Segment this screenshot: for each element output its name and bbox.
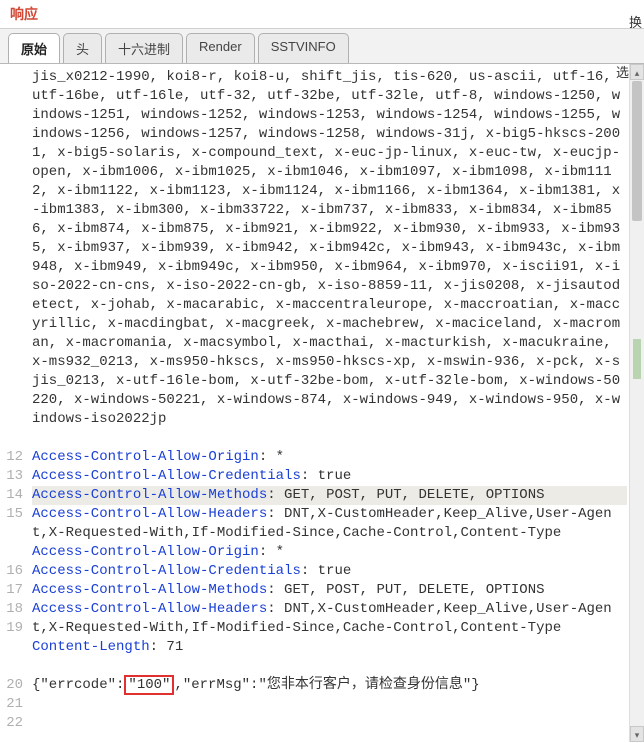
encoding-list: jis_x0212-1990, koi8-r, koi8-u, shift_ji… <box>32 68 627 448</box>
tab-十六进制[interactable]: 十六进制 <box>105 33 183 63</box>
line-number: 15 <box>0 505 28 524</box>
side-label-1: 换 <box>629 12 642 31</box>
code-line[interactable]: Access-Control-Allow-Methods: GET, POST,… <box>32 486 627 505</box>
tab-SSTVINFO[interactable]: SSTVINFO <box>258 33 349 63</box>
line-number: 18 <box>0 600 28 619</box>
code-line[interactable]: Content-Length: 71 <box>32 638 627 657</box>
code-line[interactable]: Access-Control-Allow-Headers: DNT,X-Cust… <box>32 505 627 543</box>
code-line[interactable]: Access-Control-Allow-Credentials: true <box>32 467 627 486</box>
line-number-gutter: 12131415 16171819 202122 <box>0 64 28 742</box>
tab-bar: 原始头十六进制RenderSSTVINFO <box>0 29 644 64</box>
response-title: 响应 <box>0 0 644 29</box>
scroll-up-button[interactable]: ▴ <box>630 64 644 80</box>
vertical-scrollbar[interactable]: ▴ ▾ <box>629 64 644 742</box>
line-number: 21 <box>0 695 28 714</box>
code-line[interactable]: Access-Control-Allow-Origin: * <box>32 448 627 467</box>
scrollbar-thumb[interactable] <box>632 81 642 221</box>
code-line[interactable] <box>32 657 627 676</box>
tab-Render[interactable]: Render <box>186 33 255 63</box>
line-number: 12 <box>0 448 28 467</box>
tab-原始[interactable]: 原始 <box>8 33 60 63</box>
line-number: 22 <box>0 714 28 733</box>
response-body[interactable]: jis_x0212-1990, koi8-r, koi8-u, shift_ji… <box>28 64 629 742</box>
line-number: 19 <box>0 619 28 638</box>
line-number: 20 <box>0 676 28 695</box>
line-number: 16 <box>0 562 28 581</box>
tab-头[interactable]: 头 <box>63 33 102 63</box>
code-line[interactable]: Access-Control-Allow-Headers: DNT,X-Cust… <box>32 600 627 638</box>
code-line[interactable]: Access-Control-Allow-Methods: GET, POST,… <box>32 581 627 600</box>
code-line[interactable]: {"errcode":"100","errMsg":"您非本行客户，请检查身份信… <box>32 676 627 695</box>
scrollbar-marker <box>633 339 641 379</box>
errcode-value: "100" <box>124 675 174 695</box>
code-line[interactable]: Access-Control-Allow-Credentials: true <box>32 562 627 581</box>
line-number: 14 <box>0 486 28 505</box>
line-number: 17 <box>0 581 28 600</box>
line-number: 13 <box>0 467 28 486</box>
scroll-down-button[interactable]: ▾ <box>630 726 644 742</box>
code-line[interactable]: Access-Control-Allow-Origin: * <box>32 543 627 562</box>
